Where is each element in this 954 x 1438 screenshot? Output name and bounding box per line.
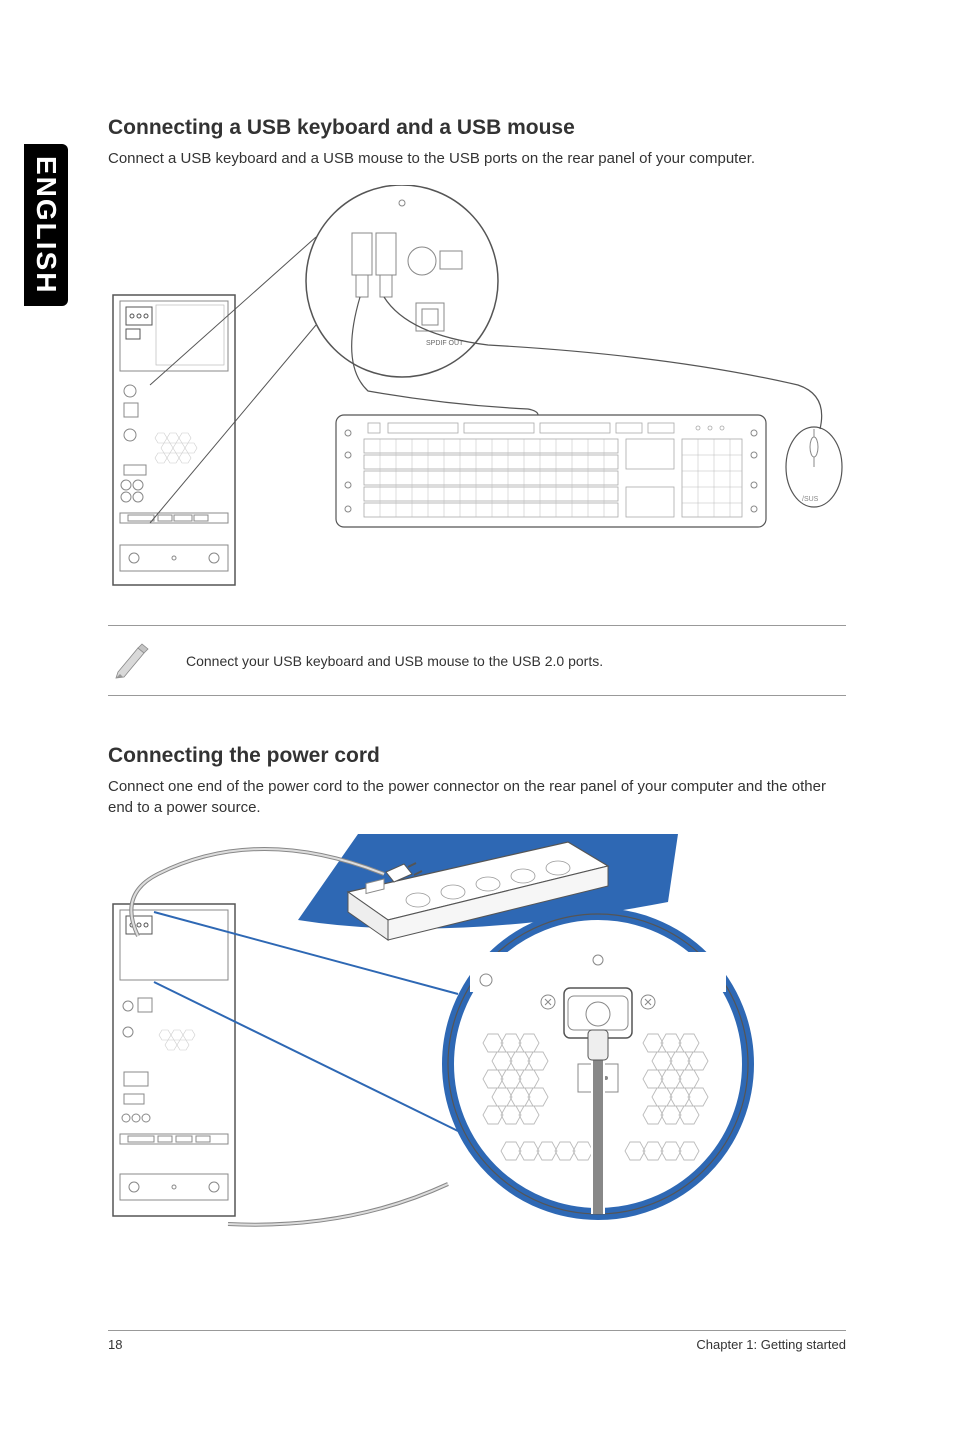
chapter-label: Chapter 1: Getting started [696, 1337, 846, 1352]
section-body: Connect one end of the power cord to the… [108, 776, 846, 818]
section-usb-keyboard-mouse: Connecting a USB keyboard and a USB mous… [108, 116, 846, 696]
page-footer: 18 Chapter 1: Getting started [108, 1330, 846, 1352]
section-body: Connect a USB keyboard and a USB mouse t… [108, 148, 846, 169]
section-power-cord: Connecting the power cord Connect one en… [108, 744, 846, 1234]
page-content: Connecting a USB keyboard and a USB mous… [108, 116, 846, 1254]
power-cord-diagram [108, 834, 846, 1234]
note-text: Connect your USB keyboard and USB mouse … [176, 637, 613, 685]
usb-connection-diagram: SPDIF OUT [108, 185, 846, 605]
section-heading: Connecting a USB keyboard and a USB mous… [108, 116, 846, 140]
section-heading: Connecting the power cord [108, 744, 846, 768]
mouse-brand: /SUS [802, 496, 819, 503]
page-number: 18 [108, 1337, 122, 1352]
language-tab: ENGLISH [24, 144, 68, 306]
note-pencil-icon [108, 626, 176, 695]
spdif-label: SPDIF OUT [426, 340, 464, 347]
note-box: Connect your USB keyboard and USB mouse … [108, 625, 846, 696]
